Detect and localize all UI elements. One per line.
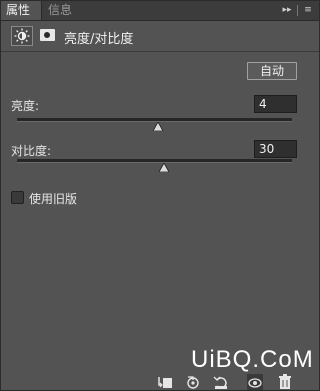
double-chevron-right-icon[interactable]: ▸▸ bbox=[278, 1, 296, 20]
contrast-field[interactable]: 30 bbox=[254, 140, 297, 158]
contrast-slider-thumb[interactable] bbox=[158, 163, 169, 172]
contrast-label: 对比度: bbox=[11, 144, 52, 158]
watermark-text: UiBQ.CoM bbox=[191, 346, 314, 373]
tab-separator bbox=[297, 5, 298, 16]
tab-properties[interactable]: 属性 bbox=[1, 1, 42, 20]
tab-bar: 属性 信息 ▸▸ ≡ bbox=[1, 1, 319, 21]
auto-button[interactable]: 自动 bbox=[247, 62, 297, 80]
properties-panel: 属性 信息 ▸▸ ≡ 亮度/对比度 自动 亮度: 4 对比度: 30 使用旧版 … bbox=[0, 0, 320, 391]
brightness-field[interactable]: 4 bbox=[254, 95, 297, 113]
adjustment-title: 亮度/对比度 bbox=[64, 32, 134, 47]
use-legacy-label: 使用旧版 bbox=[29, 192, 78, 206]
layer-mask-icon[interactable] bbox=[40, 29, 55, 41]
view-previous-state-icon[interactable] bbox=[185, 374, 201, 390]
tab-info[interactable]: 信息 bbox=[43, 1, 79, 20]
reset-adjustment-icon[interactable] bbox=[213, 374, 229, 390]
brightness-slider-thumb[interactable] bbox=[153, 122, 164, 131]
clip-to-layer-icon[interactable] bbox=[157, 374, 173, 390]
adjustment-header: 亮度/对比度 bbox=[1, 21, 319, 52]
adjustment-icon-button[interactable] bbox=[11, 26, 33, 46]
delete-icon[interactable] bbox=[277, 374, 293, 390]
brightness-icon bbox=[14, 28, 30, 44]
contrast-slider-track[interactable] bbox=[17, 159, 292, 163]
panel-menu-icon[interactable]: ≡ bbox=[299, 1, 317, 20]
brightness-label: 亮度: bbox=[11, 99, 40, 113]
toggle-visibility-icon[interactable] bbox=[247, 374, 263, 390]
use-legacy-checkbox[interactable] bbox=[11, 191, 24, 204]
